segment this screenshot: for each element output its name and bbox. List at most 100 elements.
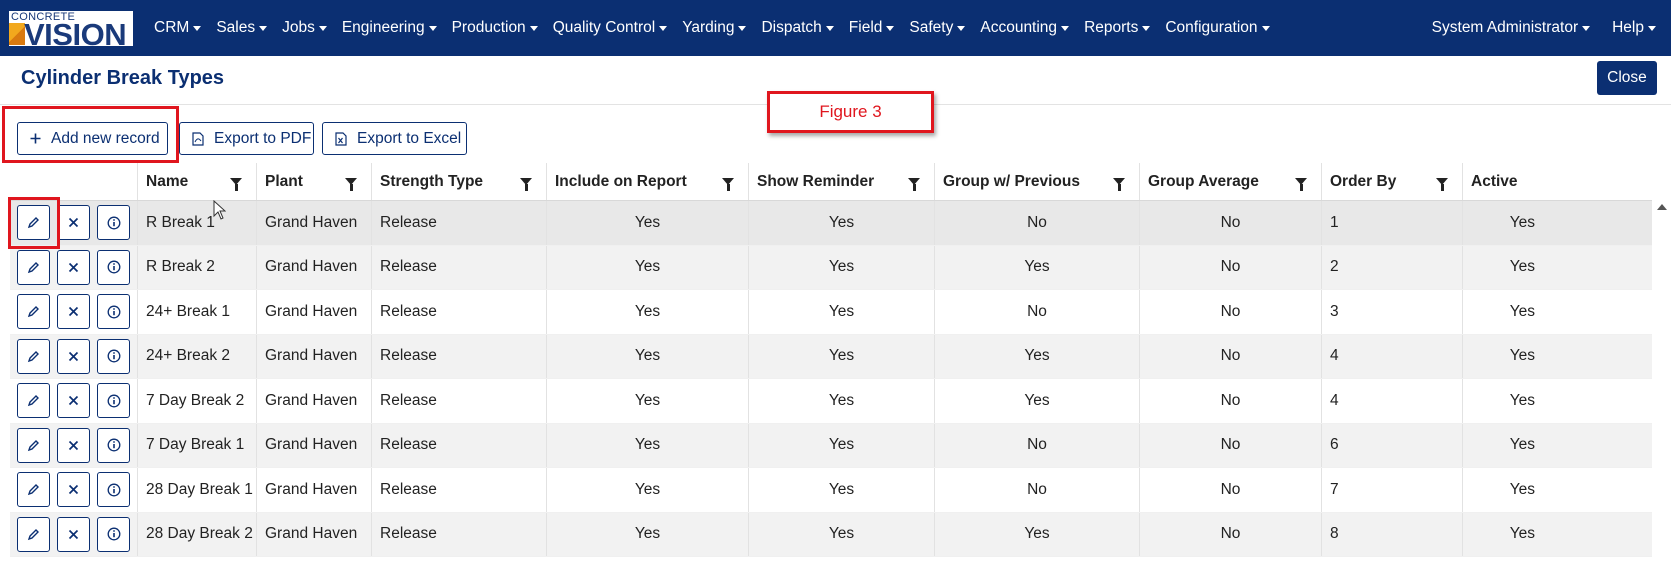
nav-item-quality-control[interactable]: Quality Control [553,19,668,37]
delete-button[interactable] [57,338,90,374]
edit-button[interactable] [17,472,50,508]
filter-icon[interactable] [345,178,357,191]
close-icon [68,306,79,317]
nav-item-reports[interactable]: Reports [1084,19,1151,37]
cell-strength-type: Release [372,423,547,467]
delete-button[interactable] [57,249,90,285]
nav-item-jobs[interactable]: Jobs [282,19,327,37]
column-header-label: Show Reminder [757,172,875,190]
table-row[interactable]: 24+ Break 1 Grand Haven Release Yes Yes No No 3… [10,290,1652,335]
column-header-active[interactable]: Active [1463,163,1551,200]
column-header-order-by[interactable]: Order By [1322,163,1463,200]
delete-button[interactable] [57,472,90,508]
row-actions [10,245,138,289]
export-pdf-button[interactable]: Export to PDF [179,122,314,155]
column-header-plant[interactable]: Plant [257,163,372,200]
cell-plant: Grand Haven [257,245,372,289]
column-header-group-average[interactable]: Group Average [1140,163,1322,200]
table-row[interactable]: 28 Day Break 1 Grand Haven Release Yes Yes No… [10,468,1652,513]
nav-item-configuration[interactable]: Configuration [1165,19,1270,37]
table-row[interactable]: 28 Day Break 2 Grand Haven Release Yes Yes Ye… [10,512,1652,557]
scroll-up-arrow-icon[interactable] [1657,204,1667,210]
nav-item-safety[interactable]: Safety [909,19,966,37]
details-button[interactable] [97,249,130,285]
filter-icon[interactable] [1113,178,1125,191]
edit-button[interactable] [17,249,50,285]
delete-button[interactable] [57,516,90,552]
nav-item-yarding[interactable]: Yarding [682,19,747,37]
nav-item-production[interactable]: Production [452,19,538,37]
column-header-show-reminder[interactable]: Show Reminder [749,163,935,200]
cell-order-by: 6 [1322,423,1463,467]
nav-item-dispatch[interactable]: Dispatch [761,19,834,37]
column-header-label: Active [1471,172,1518,190]
add-new-record-button[interactable]: Add new record [17,122,168,155]
edit-button[interactable] [17,294,50,330]
filter-icon[interactable] [1436,178,1448,191]
column-header-label: Group w/ Previous [943,172,1080,190]
details-button[interactable] [97,294,130,330]
cell-active: Yes [1509,258,1535,276]
edit-button[interactable] [17,205,50,241]
details-button[interactable] [97,472,130,508]
user-menu-area: System Administrator Help [1410,0,1656,56]
table-row[interactable]: R Break 2 Grand Haven Release Yes Yes Yes No 2 Y… [10,245,1652,290]
column-header-name[interactable]: Name [138,163,257,200]
nav-item-label: Reports [1084,19,1139,36]
table-row[interactable]: R Break 1 Grand Haven Release Yes Yes No No 1 Ye… [10,201,1652,246]
nav-item-sales[interactable]: Sales [216,19,268,37]
filter-icon[interactable] [722,178,734,191]
close-button[interactable]: Close [1597,61,1657,95]
break-types-grid: Name Plant Strength Type Include on Report S… [10,163,1652,557]
edit-button[interactable] [17,427,50,463]
table-row[interactable]: 24+ Break 2 Grand Haven Release Yes Yes Yes No… [10,334,1652,379]
table-row[interactable]: 7 Day Break 2 Grand Haven Release Yes Yes Yes… [10,379,1652,424]
details-button[interactable] [97,383,130,419]
details-button[interactable] [97,516,130,552]
delete-button[interactable] [57,427,90,463]
chevron-down-icon [886,25,895,31]
excel-file-icon [335,131,347,146]
filter-icon[interactable] [520,178,532,191]
details-button[interactable] [97,338,130,374]
nav-item-engineering[interactable]: Engineering [342,19,437,37]
cell-strength-type: Release [372,334,547,378]
nav-item-accounting[interactable]: Accounting [980,19,1070,37]
row-actions [10,201,138,245]
row-actions [10,468,138,512]
cell-plant: Grand Haven [257,468,372,512]
delete-button[interactable] [57,294,90,330]
cell-order-by: 4 [1322,379,1463,423]
nav-item-label: Dispatch [761,19,822,36]
cell-active: Yes [1509,480,1535,498]
details-button[interactable] [97,427,130,463]
delete-button[interactable] [57,205,90,241]
grid-scrollbar[interactable] [1652,200,1669,560]
concrete-vision-logo[interactable]: CONCRETE VISION [9,11,133,46]
pencil-icon [27,439,40,452]
nav-item-crm[interactable]: CRM [154,19,202,37]
cell-show-reminder: Yes [749,290,935,334]
details-button[interactable] [97,205,130,241]
column-header-strength-type[interactable]: Strength Type [372,163,547,200]
cell-order-by: 1 [1322,201,1463,245]
close-icon [68,351,79,362]
nav-item-label: Quality Control [552,19,656,36]
chevron-down-icon [1061,25,1070,31]
edit-button[interactable] [17,338,50,374]
chevron-down-icon [259,25,268,31]
help-menu[interactable]: Help [1612,19,1656,37]
info-icon [107,305,121,319]
nav-item-field[interactable]: Field [849,19,895,37]
user-menu[interactable]: System Administrator [1432,19,1591,37]
edit-button[interactable] [17,383,50,419]
filter-icon[interactable] [1295,178,1307,191]
column-header-include-on-report[interactable]: Include on Report [547,163,749,200]
delete-button[interactable] [57,383,90,419]
export-excel-button[interactable]: Export to Excel [322,122,467,155]
table-row[interactable]: 7 Day Break 1 Grand Haven Release Yes Yes No N… [10,423,1652,468]
filter-icon[interactable] [908,178,920,191]
column-header-group-w-previous[interactable]: Group w/ Previous [935,163,1140,200]
filter-icon[interactable] [230,178,242,191]
edit-button[interactable] [17,516,50,552]
